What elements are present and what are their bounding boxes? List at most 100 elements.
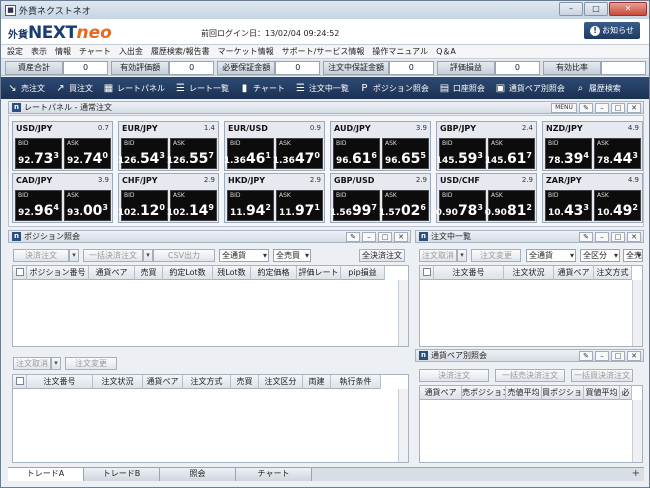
toolbar-button-account[interactable]: ▤ 口座照会 <box>439 83 485 94</box>
ask-quote-button[interactable]: ASK 11.971 <box>276 190 323 221</box>
restore-panel-icon[interactable]: □ <box>611 351 625 361</box>
col-hedge[interactable]: 両建 <box>303 375 331 389</box>
ask-quote-button[interactable]: ASK 126.557 <box>167 138 217 169</box>
col-order-method[interactable]: 注文方式 <box>594 266 632 280</box>
toolbar-button-history-search[interactable]: ⌕ 履歴検索 <box>575 83 621 94</box>
restore-panel-icon[interactable]: □ <box>611 232 625 242</box>
bid-quote-button[interactable]: BID 102.120 <box>118 190 168 221</box>
ask-quote-button[interactable]: ASK 145.617 <box>485 138 535 169</box>
cancel-dropdown-arrow[interactable]: ▾ <box>457 249 467 262</box>
col-pair[interactable]: 通貨ペア <box>143 375 183 389</box>
select-all-checkbox[interactable] <box>15 268 24 276</box>
tab-trade-a[interactable]: トレードA <box>8 468 84 481</box>
menu-view[interactable]: 表示 <box>31 46 47 57</box>
cancel-order-button[interactable]: 注文取消 <box>13 357 51 370</box>
bulk-settle-dropdown-arrow[interactable]: ▾ <box>143 249 153 262</box>
close-panel-icon[interactable]: ✕ <box>394 232 408 242</box>
col-pip-pl[interactable]: pip損益 <box>341 266 385 280</box>
col-remaining-lots[interactable]: 残Lot数 <box>213 266 251 280</box>
bid-quote-button[interactable]: BID 126.543 <box>118 138 168 169</box>
close-panel-icon[interactable]: ✕ <box>627 232 641 242</box>
csv-export-button[interactable]: CSV出力 <box>153 249 215 262</box>
col-order-number[interactable]: 注文番号 <box>434 266 504 280</box>
ask-quote-button[interactable]: ASK 0.90812 <box>485 190 535 221</box>
change-order-button[interactable]: 注文変更 <box>471 249 521 262</box>
col-side[interactable]: 売買 <box>135 266 163 280</box>
bid-quote-button[interactable]: BID 1.56997 <box>330 190 380 221</box>
select-all-checkbox[interactable] <box>15 377 24 385</box>
col-side[interactable]: 売買 <box>231 375 259 389</box>
toolbar-button-pair[interactable]: ▣ 通貨ペア別照会 <box>495 83 565 94</box>
col-pair[interactable]: 通貨ペア <box>420 386 462 400</box>
tab-inquiry[interactable]: 照会 <box>160 468 236 481</box>
position-scrollbar[interactable] <box>398 280 408 346</box>
pin-icon[interactable]: ✎ <box>579 232 593 242</box>
menu-settings[interactable]: 設定 <box>7 46 23 57</box>
ask-quote-button[interactable]: ASK 1.57026 <box>379 190 429 221</box>
select-all-checkbox-cell[interactable] <box>13 375 27 389</box>
col-sell-avg[interactable]: 売値平均 <box>506 386 542 400</box>
bid-quote-button[interactable]: BID 78.394 <box>545 138 592 169</box>
pin-icon[interactable]: ✎ <box>579 351 593 361</box>
tab-trade-b[interactable]: トレードB <box>84 468 160 481</box>
ask-quote-button[interactable]: ASK 78.443 <box>594 138 641 169</box>
col-buy-position[interactable]: 買ポジション <box>542 386 584 400</box>
change-order-button[interactable]: 注文変更 <box>65 357 117 370</box>
menu-qa[interactable]: Q＆A <box>436 46 456 57</box>
toolbar-button-rate-panel[interactable]: ▦ レートパネル <box>103 83 165 94</box>
menu-chart[interactable]: チャート <box>79 46 111 57</box>
order-scrollbar[interactable] <box>398 389 408 462</box>
col-required[interactable]: 必 <box>620 386 632 400</box>
col-position-number[interactable]: ポジション番号 <box>27 266 89 280</box>
bid-quote-button[interactable]: BID 96.616 <box>333 138 380 169</box>
close-panel-icon[interactable]: ✕ <box>627 103 641 113</box>
maximize-button[interactable]: □ <box>584 2 608 16</box>
col-filled-price[interactable]: 約定価格 <box>251 266 297 280</box>
ask-quote-button[interactable]: ASK 10.492 <box>594 190 641 221</box>
bid-quote-button[interactable]: BID 0.90783 <box>436 190 486 221</box>
toolbar-button-chart[interactable]: ▮ チャート <box>239 83 285 94</box>
ask-quote-button[interactable]: ASK 102.149 <box>167 190 217 221</box>
type-select[interactable]: 全区分 <box>580 249 620 262</box>
minimize-panel-icon[interactable]: – <box>362 232 376 242</box>
col-order-status[interactable]: 注文状況 <box>93 375 143 389</box>
bulk-buy-settle-button[interactable]: 一括買決済注文 <box>571 369 633 382</box>
settle-order-button[interactable]: 決済注文 <box>419 369 489 382</box>
bid-quote-button[interactable]: BID 11.942 <box>227 190 274 221</box>
side-select[interactable]: 全売買 <box>273 249 311 262</box>
col-pair[interactable]: 通貨ペア <box>89 266 135 280</box>
restore-panel-icon[interactable]: □ <box>611 103 625 113</box>
minimize-button[interactable]: – <box>559 2 583 16</box>
col-order-number[interactable]: 注文番号 <box>27 375 93 389</box>
side-select[interactable]: 全売買 <box>623 249 643 262</box>
menu-support[interactable]: サポート/サービス情報 <box>282 46 365 57</box>
menu-market[interactable]: マーケット情報 <box>218 46 274 57</box>
col-filled-lots[interactable]: 約定Lot数 <box>163 266 213 280</box>
settle-dropdown-arrow[interactable]: ▾ <box>69 249 79 262</box>
settle-order-button[interactable]: 決済注文 <box>13 249 69 262</box>
col-pair[interactable]: 通貨ペア <box>554 266 594 280</box>
col-exec-condition[interactable]: 執行条件 <box>331 375 381 389</box>
currency-select[interactable]: 全通貨 <box>219 249 269 262</box>
panel-menu-button[interactable]: MENU <box>551 103 577 113</box>
ask-quote-button[interactable]: ASK 96.655 <box>382 138 429 169</box>
col-order-type[interactable]: 注文区分 <box>259 375 303 389</box>
minimize-panel-icon[interactable]: – <box>595 103 609 113</box>
bid-quote-button[interactable]: BID 145.593 <box>436 138 486 169</box>
close-panel-icon[interactable]: ✕ <box>627 351 641 361</box>
col-sell-position[interactable]: 売ポジション <box>462 386 506 400</box>
notice-button[interactable]: ! お知らせ <box>584 22 640 39</box>
ask-quote-button[interactable]: ASK 1.36470 <box>273 138 323 169</box>
bid-quote-button[interactable]: BID 92.733 <box>15 138 62 169</box>
settle-all-button[interactable]: 全決済注文 <box>359 249 405 262</box>
bid-quote-button[interactable]: BID 92.964 <box>15 190 62 221</box>
select-all-checkbox-cell[interactable] <box>420 266 434 280</box>
col-buy-avg[interactable]: 買値平均 <box>584 386 620 400</box>
bulk-sell-settle-button[interactable]: 一括売決済注文 <box>495 369 565 382</box>
bid-quote-button[interactable]: BID 10.433 <box>545 190 592 221</box>
menu-manual[interactable]: 操作マニュアル <box>372 46 428 57</box>
pin-icon[interactable]: ✎ <box>346 232 360 242</box>
open-orders-scrollbar[interactable] <box>632 280 642 346</box>
menu-info[interactable]: 情報 <box>55 46 71 57</box>
toolbar-button-rate-list[interactable]: ☰ レート一覧 <box>175 83 229 94</box>
